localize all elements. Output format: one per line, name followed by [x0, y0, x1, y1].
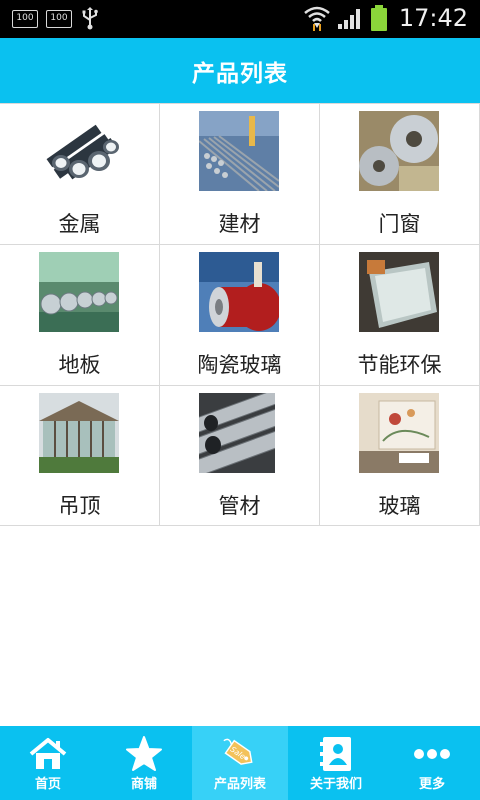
usb-icon: [82, 7, 98, 30]
nav-item-more[interactable]: 更多: [384, 726, 480, 800]
sunroom-image: [39, 393, 119, 473]
product-label: 玻璃: [378, 494, 421, 518]
nav-item-product-list[interactable]: Sale 产品列表: [192, 726, 288, 800]
factory-coils-image: [39, 252, 119, 332]
product-label: 管材: [218, 494, 261, 518]
product-label: 陶瓷玻璃: [197, 353, 282, 377]
product-label: 建材: [218, 212, 261, 236]
red-coil-image: [199, 252, 279, 332]
bottom-nav: 首页 商铺 Sale 产品列表 关于我们 更多: [0, 726, 480, 800]
product-item-ceramic-glass[interactable]: 陶瓷玻璃: [160, 244, 320, 385]
product-item-pipes[interactable]: 管材: [160, 385, 320, 526]
contact-card-icon: [316, 734, 356, 774]
nav-label: 关于我们: [309, 777, 362, 792]
steel-pipes-image: [39, 111, 119, 191]
page-title: 产品列表: [192, 60, 288, 87]
wifi-icon: [304, 6, 330, 31]
nav-item-home[interactable]: 首页: [0, 726, 96, 800]
nav-label: 首页: [34, 777, 61, 792]
nav-label: 产品列表: [213, 777, 266, 792]
product-label: 金属: [58, 212, 101, 236]
product-item-flooring[interactable]: 地板: [0, 244, 160, 385]
product-label: 节能环保: [357, 353, 442, 377]
product-item-energy-saving[interactable]: 节能环保: [320, 244, 480, 385]
steel-coils-image: [359, 111, 439, 191]
decorative-glass-image: [359, 393, 439, 473]
nav-item-shop[interactable]: 商铺: [96, 726, 192, 800]
tubes-image: [199, 393, 279, 473]
nav-label: 商铺: [130, 777, 157, 792]
more-icon: [412, 734, 452, 774]
product-item-metal[interactable]: 金属: [0, 103, 160, 244]
sale-tag-icon: Sale: [220, 734, 260, 774]
battery-icon: 100: [46, 10, 72, 28]
app-header: 产品列表: [0, 38, 480, 103]
home-icon: [28, 734, 68, 774]
product-label: 地板: [58, 353, 101, 377]
status-bar: 100 100 17:42: [0, 0, 480, 38]
product-item-building-materials[interactable]: 建材: [160, 103, 320, 244]
battery-icon: [370, 5, 387, 31]
product-item-ceiling[interactable]: 吊顶: [0, 385, 160, 526]
product-grid: 金属 建材 门窗 地板 陶瓷玻璃 节能环保 吊顶 管材 玻璃: [0, 103, 480, 526]
nav-label: 更多: [418, 777, 445, 792]
star-icon: [124, 734, 164, 774]
glass-image: [359, 252, 439, 332]
signal-icon: [337, 9, 360, 29]
nav-item-about-us[interactable]: 关于我们: [288, 726, 384, 800]
product-label: 门窗: [378, 212, 421, 236]
battery-icon: 100: [12, 10, 38, 28]
product-label: 吊顶: [58, 494, 101, 518]
product-item-doors-windows[interactable]: 门窗: [320, 103, 480, 244]
clock-time: 17:42: [398, 4, 468, 32]
steel-bars-image: [199, 111, 279, 191]
product-item-glass[interactable]: 玻璃: [320, 385, 480, 526]
